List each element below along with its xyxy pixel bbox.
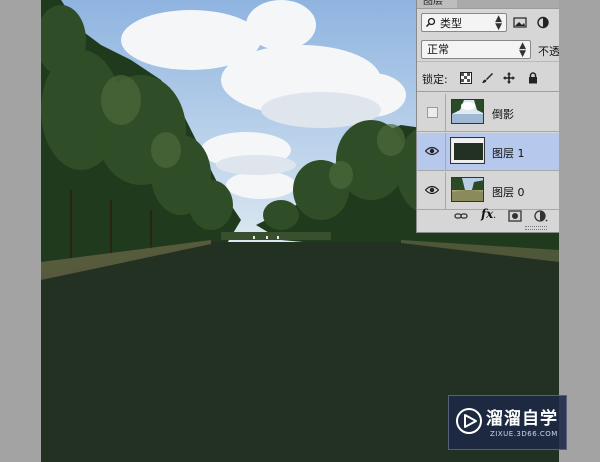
fx-icon[interactable]: fx.: [481, 207, 499, 221]
layer-row-layer-1[interactable]: 图层 1: [417, 133, 559, 171]
panel-resize-grip[interactable]: [525, 226, 547, 230]
watermark-subtitle: ZIXUE.3D66.COM: [490, 430, 558, 438]
layer-name[interactable]: 倒影: [492, 106, 514, 122]
visibility-toggle[interactable]: [417, 172, 446, 209]
search-icon: [425, 17, 436, 28]
layer-thumbnail: [450, 137, 485, 164]
layer-thumbnail: [451, 177, 484, 202]
layer-filter-row: 类型 ▲ ▼: [417, 11, 559, 35]
lock-all-icon[interactable]: [527, 72, 539, 84]
lock-label: 锁定:: [422, 73, 448, 86]
layer-name[interactable]: 图层 1: [492, 145, 525, 161]
lock-position-icon[interactable]: [503, 72, 515, 84]
chevron-updown-icon: ▲ ▼: [519, 41, 526, 59]
visibility-toggle[interactable]: [417, 94, 446, 131]
adjustment-filter-icon[interactable]: [536, 16, 550, 29]
link-icon[interactable]: [454, 210, 468, 222]
lock-image-pixels-icon[interactable]: [481, 72, 493, 84]
layer-row-reflection[interactable]: 倒影: [417, 94, 559, 132]
lock-row: 锁定:: [417, 64, 559, 92]
watermark-title: 溜溜自学: [486, 409, 558, 429]
visibility-toggle[interactable]: [417, 133, 446, 170]
opacity-label: 不透: [538, 45, 559, 58]
image-filter-icon[interactable]: [513, 16, 527, 29]
tab-layers[interactable]: 图层: [423, 0, 443, 8]
lock-transparent-pixels-icon[interactable]: [460, 72, 472, 84]
play-logo-icon: [456, 408, 482, 434]
watermark: 溜溜自学 ZIXUE.3D66.COM: [448, 395, 567, 450]
chevron-updown-icon: ▲ ▼: [495, 14, 502, 32]
adjustment-icon[interactable]: [534, 210, 548, 222]
blend-row: 正常 ▲ ▼ 不透: [417, 38, 559, 62]
eye-icon: [425, 146, 439, 156]
panel-tab-bar: 图层: [417, 0, 559, 9]
layers-panel: 图层 类型 ▲ ▼ 正常 ▲ ▼ 不透 锁定: 倒影 图层 1 图层 0 fx.: [416, 0, 559, 233]
eye-icon: [425, 185, 439, 195]
layers-panel-footer: fx.: [417, 205, 559, 227]
blend-mode-value: 正常: [427, 43, 449, 56]
layer-thumbnail: [451, 99, 484, 124]
layer-name[interactable]: 图层 0: [492, 184, 525, 200]
visibility-off-box: [427, 107, 438, 118]
blend-mode-select[interactable]: 正常 ▲ ▼: [421, 40, 531, 59]
layer-filter-select[interactable]: 类型 ▲ ▼: [421, 13, 507, 32]
mask-icon[interactable]: [508, 210, 522, 222]
filter-label: 类型: [440, 16, 462, 30]
